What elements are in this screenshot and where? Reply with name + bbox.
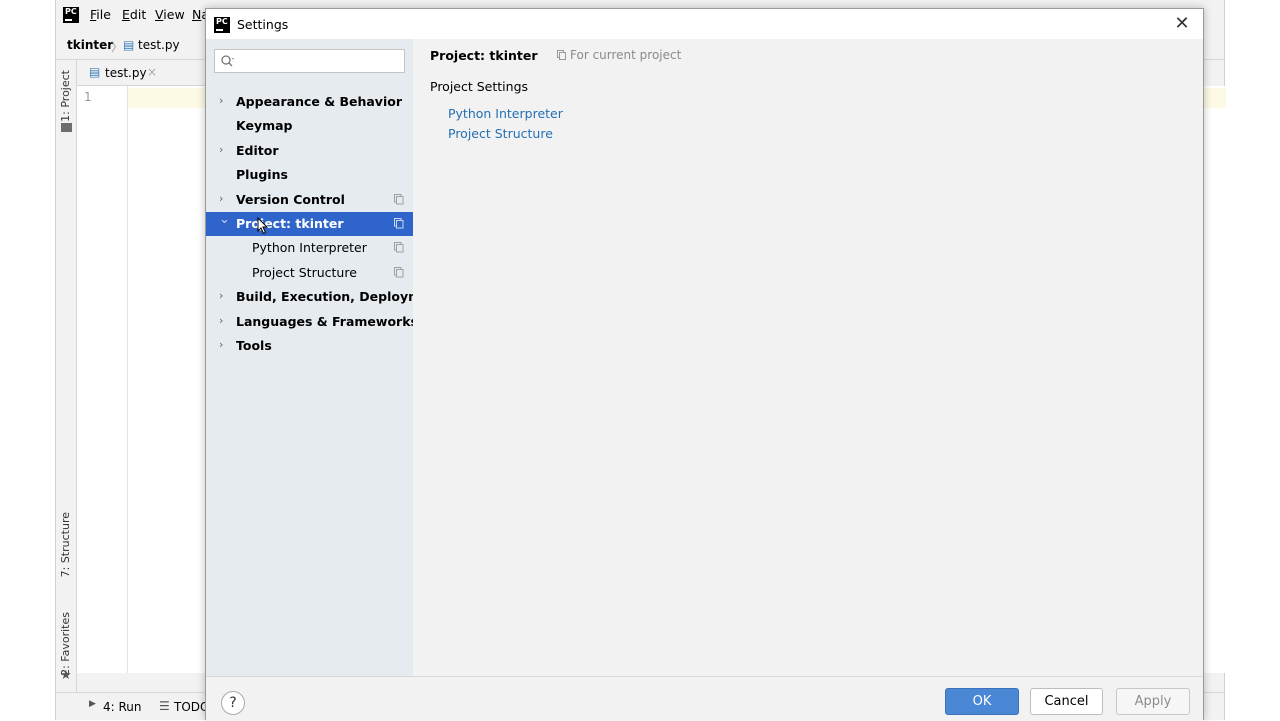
help-icon[interactable]: ? [221,691,245,715]
dialog-titlebar: PC Settings ✕ [206,9,1203,39]
ok-button[interactable]: OK [945,688,1019,715]
project-scope-icon [394,242,404,253]
link-python-interpreter[interactable]: Python Interpreter [448,106,563,121]
tree-item[interactable]: › Build, Execution, Deployment [206,285,444,309]
pycharm-logo-icon: PC [213,16,231,34]
tree-item[interactable]: › Languages & Frameworks [206,310,418,334]
chevron-right-icon[interactable]: › [219,338,223,351]
python-file-icon: ▤ [123,38,135,52]
tree-item[interactable]: Python Interpreter [206,236,413,260]
section-title: Project Settings [430,79,529,94]
tree-item[interactable]: Plugins [206,163,413,187]
tree-item-label: Version Control [236,191,345,207]
pycharm-logo-icon: PC [63,7,79,23]
breadcrumb-project[interactable]: tkinter [67,38,113,52]
tree-item-label: Appearance & Behavior [236,94,402,109]
tool-tab-run[interactable]: 4: Run [103,700,142,714]
chevron-right-icon[interactable]: › [219,192,223,205]
search-text[interactable] [239,52,399,70]
tree-item[interactable]: Keymap [206,114,413,138]
menu-file-label: ile [96,7,111,22]
settings-search-input[interactable] [214,49,405,73]
tool-tab-project[interactable]: 1: Project [59,70,72,122]
tree-item-label: Tools [236,338,272,353]
tree-item-label: Editor [236,142,279,158]
tree-item[interactable]: › Tools [206,334,413,358]
breadcrumb-file[interactable]: test.py [138,38,180,52]
settings-content: Project: tkinter For current project Pro… [413,39,1203,676]
tree-item-label: Languages & Frameworks [236,313,418,329]
chevron-down-icon[interactable]: ⌄ [219,212,230,227]
tree-item[interactable]: Project Structure [206,261,413,285]
settings-sidebar: › Appearance & Behavior Keymap › Editor Plugi… [206,39,444,676]
menu-file[interactable]: File [90,7,111,22]
mouse-cursor-icon [257,217,269,235]
settings-dialog: PC Settings ✕ › Appearance & Behavior Keym… [205,8,1204,721]
menu-edit[interactable]: Edit [122,7,146,22]
chevron-right-icon[interactable]: › [219,94,223,107]
line-number: 1 [84,90,92,104]
todo-icon: ☰ [159,699,170,713]
tree-item-label: Python Interpreter [252,240,367,256]
chevron-right-icon[interactable]: › [219,143,223,156]
chevron-right-icon[interactable]: › [219,289,223,302]
tab-close-icon[interactable]: × [147,65,157,79]
python-file-icon: ▤ [89,65,101,79]
project-scope-icon [394,266,404,278]
star-icon: ★ [60,668,72,683]
tree-item-label: Plugins [236,167,288,183]
tree-item-label: Project: tkinter [236,216,344,231]
dialog-title: Settings [237,17,289,32]
tree-item[interactable]: › Appearance & Behavior [206,90,413,114]
apply-button[interactable]: Apply [1116,688,1190,715]
menu-view[interactable]: View [155,7,185,22]
scope-note-text: For current project [570,48,682,62]
dialog-footer: ? OK Cancel Apply [206,676,1203,721]
breadcrumb-separator-icon: 〉 [111,40,124,54]
project-scope-icon [394,218,404,229]
content-title: Project: tkinter [430,48,538,63]
link-project-structure[interactable]: Project Structure [448,126,553,141]
close-icon[interactable]: ✕ [1173,15,1191,33]
tool-tab-structure[interactable]: 7: Structure [59,512,72,577]
editor-tab-bar: ▤ test.py × [77,60,207,86]
menu-edit-label: dit [129,7,147,22]
left-tool-stripe: 1: Project 7: Structure 2: Favorites ★ [56,60,77,692]
tree-item-label: Keymap [236,118,293,134]
tool-tab-favorites[interactable]: 2: Favorites [59,612,72,676]
run-icon: ▶ [89,699,96,709]
tree-item[interactable]: › Editor [206,139,413,163]
tree-item[interactable]: ⌄ Project: tkinter [206,212,413,236]
cancel-button[interactable]: Cancel [1030,688,1103,715]
project-scope-icon [394,193,404,205]
editor-tab[interactable]: test.py [105,66,147,80]
menu-view-label: iew [163,7,185,22]
chevron-right-icon[interactable]: › [219,314,223,327]
project-scope-icon [557,50,566,60]
scope-note: For current project [557,48,681,62]
line-gutter: 1 [77,86,128,673]
tree-item[interactable]: › Version Control [206,188,413,212]
search-icon [221,55,234,67]
tree-item-label: Project Structure [252,264,357,280]
folder-icon [61,123,72,132]
